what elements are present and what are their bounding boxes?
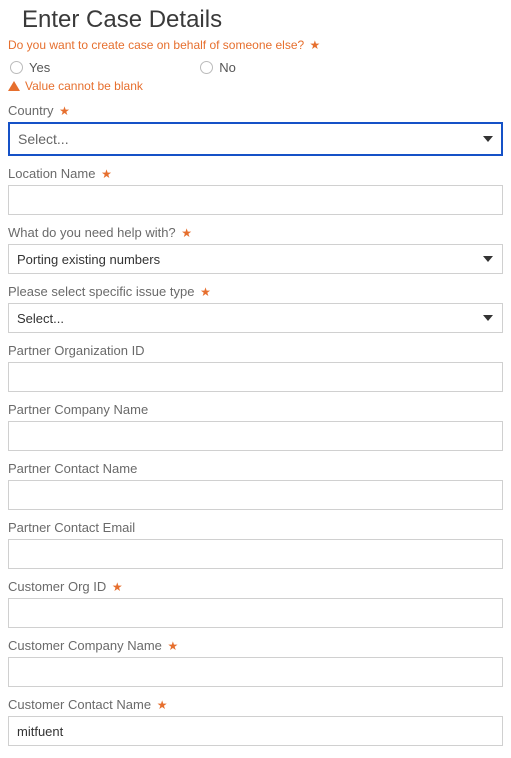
partner-contact-name-label: Partner Contact Name [8, 461, 503, 476]
required-star-icon: ★ [181, 226, 192, 240]
radio-yes-label: Yes [29, 60, 50, 75]
customer-org-id-label: Customer Org ID ★ [8, 579, 503, 594]
customer-org-id-input[interactable] [8, 598, 503, 628]
required-star-icon: ★ [59, 104, 70, 118]
partner-company-input[interactable] [8, 421, 503, 451]
partner-org-id-label: Partner Organization ID [8, 343, 503, 358]
partner-contact-email-label: Partner Contact Email [8, 520, 503, 535]
partner-org-id-input[interactable] [8, 362, 503, 392]
country-select[interactable]: Select... [8, 122, 503, 156]
behalf-question: Do you want to create case on behalf of … [8, 38, 503, 52]
help-with-select-wrap: Porting existing numbers [8, 244, 503, 274]
issue-type-select[interactable]: Select... [8, 303, 503, 333]
radio-yes[interactable]: Yes [10, 60, 50, 75]
error-message: Value cannot be blank [8, 79, 503, 93]
warning-icon [8, 81, 20, 91]
location-name-label: Location Name ★ [8, 166, 503, 181]
partner-contact-email-input[interactable] [8, 539, 503, 569]
help-with-select[interactable]: Porting existing numbers [8, 244, 503, 274]
required-star-icon: ★ [101, 167, 112, 181]
error-text: Value cannot be blank [25, 79, 143, 93]
required-star-icon: ★ [112, 580, 123, 594]
required-star-icon: ★ [200, 285, 211, 299]
required-star-icon: ★ [168, 639, 179, 653]
country-select-wrap: Select... [8, 122, 503, 156]
customer-contact-name-label: Customer Contact Name ★ [8, 697, 503, 712]
radio-no[interactable]: No [200, 60, 236, 75]
required-star-icon: ★ [157, 698, 168, 712]
customer-company-input[interactable] [8, 657, 503, 687]
radio-no-label: No [219, 60, 236, 75]
case-form: Enter Case Details Do you want to create… [0, 0, 511, 758]
issue-type-label: Please select specific issue type ★ [8, 284, 503, 299]
customer-contact-name-input[interactable] [8, 716, 503, 746]
partner-company-label: Partner Company Name [8, 402, 503, 417]
help-with-label: What do you need help with? ★ [8, 225, 503, 240]
radio-icon [200, 61, 213, 74]
location-name-input[interactable] [8, 185, 503, 215]
customer-company-label: Customer Company Name ★ [8, 638, 503, 653]
partner-contact-name-input[interactable] [8, 480, 503, 510]
page-title: Enter Case Details [22, 6, 503, 34]
country-label: Country ★ [8, 103, 503, 118]
radio-icon [10, 61, 23, 74]
behalf-question-text: Do you want to create case on behalf of … [8, 38, 304, 52]
required-star-icon: ★ [310, 38, 321, 52]
issue-type-select-wrap: Select... [8, 303, 503, 333]
behalf-radio-group: Yes No [10, 60, 503, 75]
